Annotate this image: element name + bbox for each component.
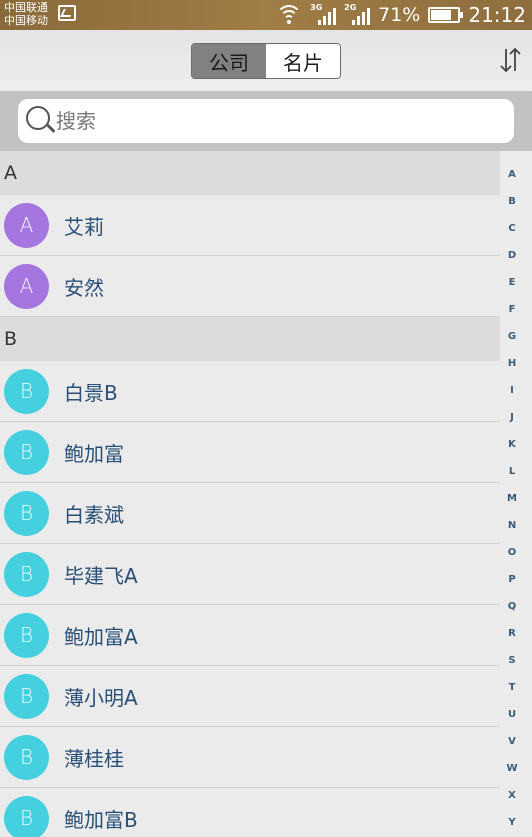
index-letter-h[interactable]: H [508, 356, 516, 383]
tab-company[interactable]: 公司 [192, 44, 266, 78]
index-letter-v[interactable]: V [508, 734, 516, 761]
segmented-control: 公司 名片 [191, 43, 341, 79]
contact-name: 薄小明A [64, 685, 138, 710]
index-letter-n[interactable]: N [508, 518, 516, 545]
list-item[interactable]: A 安然 [0, 256, 500, 317]
index-letter-f[interactable]: F [509, 302, 516, 329]
wifi-icon [276, 5, 303, 25]
image-notification-icon [58, 5, 76, 21]
index-letter-c[interactable]: C [508, 221, 515, 248]
status-indicators: 3G 2G 71% 21:12 [276, 0, 526, 30]
avatar: B [4, 734, 49, 780]
index-letter-m[interactable]: M [507, 491, 517, 518]
alphabet-index-bar[interactable]: A B C D E F G H I J K L M N O P Q R S T … [506, 167, 518, 837]
contact-name: 鲍加富B [64, 807, 138, 832]
index-letter-i[interactable]: I [510, 383, 514, 410]
index-letter-p[interactable]: P [508, 572, 515, 599]
index-letter-q[interactable]: Q [508, 599, 517, 626]
contact-name: 鲍加富 [64, 441, 124, 466]
index-letter-w[interactable]: W [506, 761, 517, 788]
contact-name: 薄桂桂 [64, 746, 124, 771]
avatar: A [4, 263, 49, 309]
index-letter-l[interactable]: L [509, 464, 515, 491]
clock: 21:12 [468, 3, 526, 27]
index-letter-u[interactable]: U [508, 707, 516, 734]
battery-icon [428, 7, 464, 23]
index-letter-r[interactable]: R [508, 626, 516, 653]
index-letter-a[interactable]: A [508, 167, 516, 194]
search-input[interactable] [56, 109, 486, 133]
index-letter-k[interactable]: K [508, 437, 516, 464]
carrier-labels: 中国联通 中国移动 [4, 1, 48, 27]
avatar: B [4, 612, 49, 658]
section-header-b: B [0, 317, 500, 361]
search-bar [0, 91, 532, 151]
index-letter-e[interactable]: E [509, 275, 516, 302]
list-item[interactable]: B 白素斌 [0, 483, 500, 544]
signal-2g-icon: 2G [344, 3, 371, 26]
avatar: B [4, 490, 49, 536]
list-item[interactable]: A 艾莉 [0, 195, 500, 256]
search-icon [26, 106, 56, 136]
contact-name: 白素斌 [64, 502, 124, 527]
section-header-a: A [0, 151, 500, 195]
index-letter-j[interactable]: J [510, 410, 514, 437]
list-item[interactable]: B 薄桂桂 [0, 727, 500, 788]
avatar: B [4, 551, 49, 597]
index-letter-o[interactable]: O [508, 545, 517, 572]
signal-3g-icon: 3G [310, 3, 337, 26]
index-letter-g[interactable]: G [508, 329, 516, 356]
contact-name: 艾莉 [64, 214, 104, 239]
contact-list[interactable]: A A 艾莉 A 安然 B B 白景B B 鲍加富 B 白素斌 B 毕建飞A B… [0, 151, 500, 837]
status-bar: 中国联通 中国移动 3G 2G 71% 21:12 [0, 0, 532, 30]
list-item[interactable]: B 鲍加富A [0, 605, 500, 666]
index-letter-y[interactable]: Y [508, 815, 515, 837]
list-item[interactable]: B 薄小明A [0, 666, 500, 727]
avatar: B [4, 429, 49, 475]
list-item[interactable]: B 白景B [0, 361, 500, 422]
index-letter-x[interactable]: X [508, 788, 516, 815]
index-letter-t[interactable]: T [509, 680, 516, 707]
list-item[interactable]: B 鲍加富 [0, 422, 500, 483]
avatar: A [4, 202, 49, 248]
search-box[interactable] [18, 99, 514, 143]
avatar: B [4, 673, 49, 719]
avatar: B [4, 795, 49, 837]
list-item[interactable]: B 鲍加富B [0, 788, 500, 837]
carrier-1: 中国联通 [4, 1, 48, 14]
battery-percent: 71% [378, 4, 421, 26]
sort-arrows-icon[interactable] [498, 47, 522, 73]
index-letter-b[interactable]: B [508, 194, 516, 221]
carrier-2: 中国移动 [4, 14, 48, 27]
contact-name: 白景B [64, 380, 118, 405]
list-item[interactable]: B 毕建飞A [0, 544, 500, 605]
index-letter-s[interactable]: S [508, 653, 515, 680]
contact-name: 毕建飞A [64, 563, 138, 588]
contact-name: 鲍加富A [64, 624, 138, 649]
tab-business-card[interactable]: 名片 [266, 44, 340, 78]
avatar: B [4, 368, 49, 414]
index-letter-d[interactable]: D [508, 248, 516, 275]
header-bar: 公司 名片 [0, 30, 532, 91]
contact-name: 安然 [64, 275, 104, 300]
